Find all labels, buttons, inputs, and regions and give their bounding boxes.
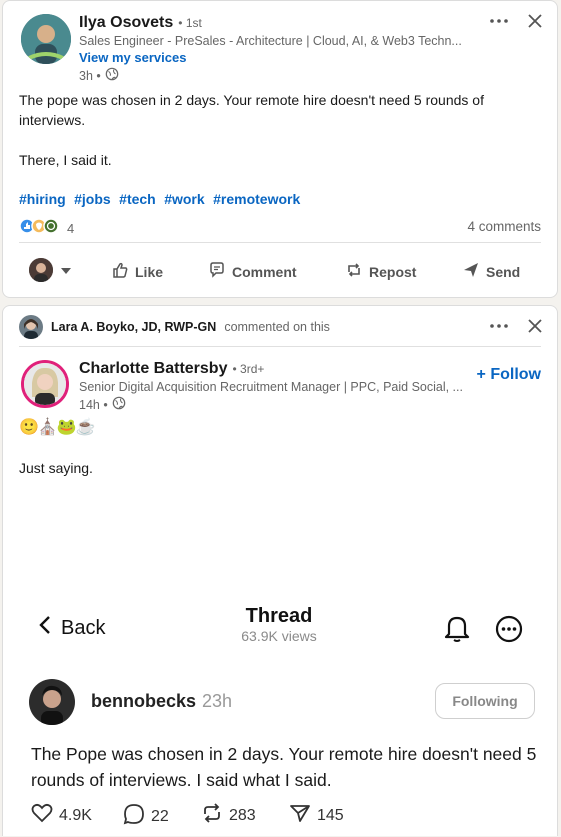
thread-text: The Pope was chosen in 2 days. Your remo… — [31, 744, 537, 790]
thread-screenshot-image[interactable]: Back Thread 63.9K views bennobecks 23h Fo… — [19, 601, 549, 837]
close-icon[interactable] — [523, 314, 547, 338]
hashtag-tech[interactable]: #tech — [119, 191, 156, 207]
close-icon[interactable] — [523, 9, 547, 33]
connection-degree: • 3rd+ — [232, 362, 265, 376]
thread-user-line: bennobecks 23h — [91, 691, 232, 712]
commenter-avatar[interactable] — [19, 315, 43, 339]
author-headline: Senior Digital Acquisition Recruitment M… — [79, 380, 463, 394]
hashtag-work[interactable]: #work — [164, 191, 204, 207]
author-avatar[interactable] — [21, 14, 71, 64]
post-meta: 3h • — [79, 67, 119, 84]
hashtag-hiring[interactable]: #hiring — [19, 191, 66, 207]
reaction-icons — [19, 218, 63, 239]
repost-icon — [201, 803, 223, 828]
author-avatar[interactable] — [21, 360, 69, 408]
reposts-count: 283 — [229, 806, 256, 824]
share-arrow-icon — [289, 803, 311, 828]
emoji-line: 🙂⛪🐸☕ — [19, 419, 96, 436]
following-badge: Following — [435, 683, 535, 719]
comments-count[interactable]: 4 comments — [467, 219, 541, 234]
post-meta: 14h • — [79, 396, 126, 413]
thread-reposts: 283 — [201, 803, 256, 828]
thumbs-up-icon — [111, 261, 129, 282]
globe-icon — [105, 67, 119, 84]
reactions-summary[interactable]: 4 — [19, 218, 74, 239]
thread-user-avatar — [29, 679, 75, 725]
post-text: Just saying. — [19, 460, 93, 476]
divider — [19, 346, 541, 347]
thread-header: Thread 63.9K views — [209, 605, 349, 644]
more-circle-icon — [495, 615, 523, 648]
author-name[interactable]: Ilya Osovets — [79, 14, 173, 32]
commented-text: commented on this — [224, 320, 330, 334]
hashtags: #hiring #jobs #tech #work #remotework — [19, 191, 304, 209]
post-card-ilya: Ilya Osovets • 1st Sales Engineer - PreS… — [2, 0, 558, 298]
back-nav: Back — [39, 615, 105, 641]
replies-count: 22 — [151, 807, 169, 825]
commenter-name[interactable]: Lara A. Boyko, JD, RWP-GN — [51, 320, 216, 334]
like-label: Like — [135, 263, 164, 280]
thread-views: 63.9K views — [241, 628, 317, 644]
back-label: Back — [61, 616, 106, 639]
send-icon — [462, 261, 480, 282]
send-label: Send — [486, 263, 521, 280]
comment-button[interactable]: Comment — [208, 261, 297, 282]
post-time: 14h • — [79, 397, 108, 412]
reaction-identity-selector[interactable] — [29, 258, 71, 282]
my-avatar — [29, 258, 53, 282]
chevron-down-icon — [61, 261, 71, 279]
chevron-left-icon — [39, 615, 51, 641]
heart-icon — [31, 803, 53, 828]
thread-username: bennobecks — [91, 691, 197, 711]
comment-label: Comment — [232, 263, 297, 280]
author-line: Ilya Osovets • 1st — [79, 14, 202, 32]
send-button[interactable]: Send — [462, 261, 520, 282]
more-options-icon[interactable] — [487, 11, 511, 31]
repost-icon — [345, 261, 363, 282]
post-time: 3h • — [79, 68, 101, 83]
author-line: Charlotte Battersby • 3rd+ — [79, 360, 264, 378]
author-name[interactable]: Charlotte Battersby — [79, 360, 227, 378]
repost-button[interactable]: Repost — [345, 261, 416, 282]
like-button[interactable]: Like — [111, 261, 163, 282]
divider — [19, 242, 541, 243]
thread-time: 23h — [202, 691, 233, 711]
social-context: Lara A. Boyko, JD, RWP-GN commented on t… — [19, 315, 330, 339]
connection-degree: • 1st — [178, 16, 202, 30]
thread-likes: 4.9K — [31, 803, 92, 828]
bell-icon — [443, 613, 471, 648]
reaction-count: 4 — [67, 221, 75, 236]
post-paragraph-2: There, I said it. — [19, 152, 112, 168]
view-services-link[interactable]: View my services — [79, 50, 186, 65]
post-card-charlotte: Lara A. Boyko, JD, RWP-GN commented on t… — [2, 305, 558, 836]
reply-bubble-icon — [123, 803, 145, 830]
shares-count: 145 — [317, 806, 344, 824]
thread-replies: 22 — [123, 803, 169, 830]
author-headline: Sales Engineer - PreSales - Architecture… — [79, 34, 462, 48]
hashtag-jobs[interactable]: #jobs — [74, 191, 111, 207]
more-options-icon[interactable] — [487, 316, 511, 336]
thread-shares: 145 — [289, 803, 344, 828]
repost-label: Repost — [369, 263, 417, 280]
follow-button[interactable]: + Follow — [477, 366, 541, 384]
post-text: The pope was chosen in 2 days. Your remo… — [19, 90, 529, 170]
comment-icon — [208, 261, 226, 282]
globe-icon — [112, 396, 126, 413]
thread-title: Thread — [245, 605, 313, 627]
post-paragraph-1: The pope was chosen in 2 days. Your remo… — [19, 92, 484, 128]
hashtag-remotework[interactable]: #remotework — [213, 191, 300, 207]
likes-count: 4.9K — [59, 806, 92, 824]
